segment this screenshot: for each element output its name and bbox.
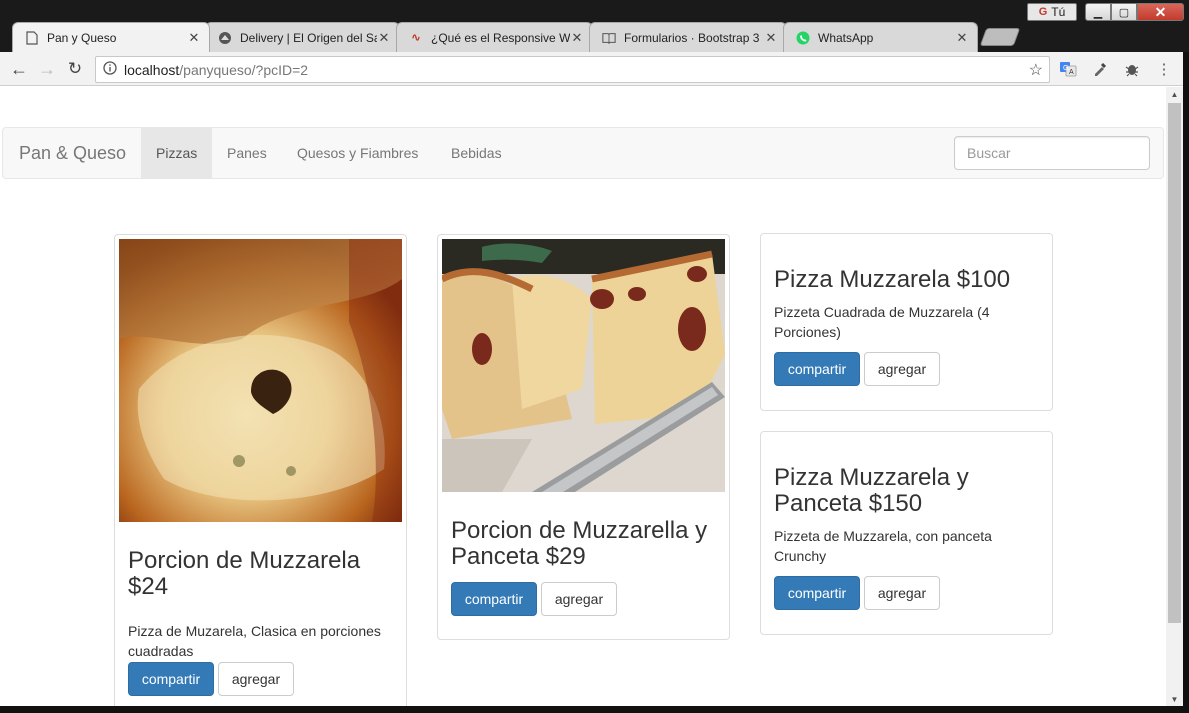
bug-icon[interactable] bbox=[1122, 59, 1142, 79]
tab-close-icon[interactable]: ✕ bbox=[570, 30, 584, 46]
site-icon bbox=[218, 31, 232, 45]
product-image bbox=[119, 239, 402, 522]
share-button[interactable]: compartir bbox=[774, 576, 860, 610]
eyedropper-icon[interactable] bbox=[1090, 59, 1110, 79]
tab-close-icon[interactable]: ✕ bbox=[187, 30, 201, 46]
menu-icon[interactable]: ⋮ bbox=[1154, 59, 1174, 79]
url-host: localhost bbox=[124, 61, 180, 78]
window-border bbox=[1183, 52, 1189, 713]
url-path: /panyqueso/?pcID=2 bbox=[179, 61, 309, 78]
scroll-down-icon[interactable]: ▼ bbox=[1166, 692, 1183, 706]
new-tab-button[interactable] bbox=[979, 28, 1021, 46]
add-button[interactable]: agregar bbox=[864, 352, 940, 386]
tab-whatsapp[interactable]: WhatsApp ✕ bbox=[783, 22, 978, 52]
tab-strip: G Tú ▁ ▢ ✕ Pan y Queso ✕ Delivery | El O… bbox=[0, 0, 1189, 52]
tab-title: Formularios · Bootstrap 3 bbox=[624, 30, 760, 45]
product-card: Porcion de Muzzarella y Panceta $29 comp… bbox=[437, 234, 730, 640]
reload-icon[interactable]: ↻ bbox=[64, 58, 86, 80]
brand-link[interactable]: Pan & Queso bbox=[19, 128, 126, 178]
bookmark-star-icon[interactable]: ☆ bbox=[1029, 60, 1043, 80]
tab-responsive[interactable]: ∿ ¿Qué es el Responsive Web Design? ✕ bbox=[396, 22, 593, 52]
share-button[interactable]: compartir bbox=[774, 352, 860, 386]
page-icon bbox=[25, 30, 39, 45]
site-navbar: Pan & Queso Pizzas Panes Quesos y Fiambr… bbox=[2, 127, 1164, 179]
tab-close-icon[interactable]: ✕ bbox=[955, 30, 969, 46]
product-card: Pizza Muzzarela $100 Pizzeta Cuadrada de… bbox=[760, 233, 1053, 411]
address-bar[interactable]: localhost/panyqueso/?pcID=2 ☆ bbox=[95, 56, 1050, 83]
tab-close-icon[interactable]: ✕ bbox=[764, 30, 778, 46]
nav-panes[interactable]: Panes bbox=[212, 128, 282, 178]
tab-bootstrap-forms[interactable]: Formularios · Bootstrap 3 ✕ bbox=[589, 22, 787, 52]
window-border bbox=[0, 706, 1189, 713]
close-icon: ✕ bbox=[1154, 3, 1167, 20]
nav-pizzas[interactable]: Pizzas bbox=[141, 128, 213, 178]
add-button[interactable]: agregar bbox=[541, 582, 617, 616]
nav-quesos-y-fiambres[interactable]: Quesos y Fiambres bbox=[282, 128, 433, 178]
search-input[interactable] bbox=[954, 136, 1150, 170]
profile-label: Tú bbox=[1051, 5, 1066, 19]
maximize-icon: ▢ bbox=[1118, 6, 1130, 19]
nav-bebidas[interactable]: Bebidas bbox=[436, 128, 517, 178]
book-icon bbox=[602, 31, 616, 45]
page-viewport: Pan & Queso Pizzas Panes Quesos y Fiambr… bbox=[0, 87, 1166, 706]
tab-title: Delivery | El Origen del Sabor bbox=[240, 30, 377, 45]
minimize-icon: ▁ bbox=[1093, 6, 1103, 19]
scrollbar-thumb[interactable] bbox=[1168, 103, 1181, 623]
profile-button[interactable]: G Tú bbox=[1027, 3, 1077, 21]
tab-title: Pan y Queso bbox=[47, 30, 117, 45]
translate-icon[interactable]: GA bbox=[1058, 59, 1078, 79]
tab-delivery[interactable]: Delivery | El Origen del Sabor ✕ bbox=[205, 22, 400, 52]
product-title: Porcion de Muzzarella y Panceta $29 bbox=[451, 517, 708, 570]
tab-title: WhatsApp bbox=[818, 30, 874, 45]
product-description: Pizzeta de Muzzarela, con panceta Crunch… bbox=[774, 528, 992, 564]
ow-icon: ∿ bbox=[411, 32, 421, 44]
maximize-button[interactable]: ▢ bbox=[1111, 3, 1137, 21]
product-caption: Pizza Muzzarela y Panceta $150 Pizzeta d… bbox=[774, 465, 1039, 566]
product-image bbox=[442, 239, 725, 492]
info-icon[interactable] bbox=[96, 61, 124, 78]
window-close-button[interactable]: ✕ bbox=[1137, 3, 1184, 21]
scroll-up-icon[interactable]: ▲ bbox=[1166, 87, 1183, 101]
product-caption: Porcion de Muzzarella y Panceta $29 bbox=[451, 518, 716, 570]
add-button[interactable]: agregar bbox=[218, 662, 294, 696]
browser-toolbar: ← → ↻ localhost/panyqueso/?pcID=2 ☆ GA ⋮ bbox=[0, 52, 1189, 86]
product-card: Porcion de Muzzarela $24 Pizza de Muzare… bbox=[114, 234, 407, 706]
share-button[interactable]: compartir bbox=[451, 582, 537, 616]
product-description: Pizza de Muzarela, Clasica en porciones … bbox=[128, 623, 381, 659]
product-card: Pizza Muzzarela y Panceta $150 Pizzeta d… bbox=[760, 431, 1053, 635]
tab-title: ¿Qué es el Responsive Web Design? bbox=[431, 30, 570, 45]
product-title: Porcion de Muzzarela $24 bbox=[128, 547, 361, 600]
profile-icon: G bbox=[1038, 6, 1048, 18]
whatsapp-icon bbox=[796, 31, 810, 45]
page-scrollbar[interactable]: ▲ ▼ bbox=[1166, 87, 1183, 706]
share-button[interactable]: compartir bbox=[128, 662, 214, 696]
product-title: Pizza Muzzarela y Panceta $150 bbox=[774, 464, 969, 517]
product-caption: Porcion de Muzzarela $24 Pizza de Muzare… bbox=[128, 548, 393, 661]
forward-icon[interactable]: → bbox=[36, 58, 58, 80]
product-description: Pizzeta Cuadrada de Muzzarela (4 Porcion… bbox=[774, 304, 990, 340]
tab-pan-y-queso[interactable]: Pan y Queso ✕ bbox=[12, 22, 210, 52]
svg-text:G: G bbox=[1063, 65, 1068, 72]
tab-close-icon[interactable]: ✕ bbox=[377, 30, 391, 46]
product-title: Pizza Muzzarela $100 bbox=[774, 266, 1011, 293]
add-button[interactable]: agregar bbox=[864, 576, 940, 610]
back-icon[interactable]: ← bbox=[8, 58, 30, 80]
svg-text:A: A bbox=[1069, 69, 1074, 76]
minimize-button[interactable]: ▁ bbox=[1085, 3, 1111, 21]
product-caption: Pizza Muzzarela $100 Pizzeta Cuadrada de… bbox=[774, 267, 1039, 342]
